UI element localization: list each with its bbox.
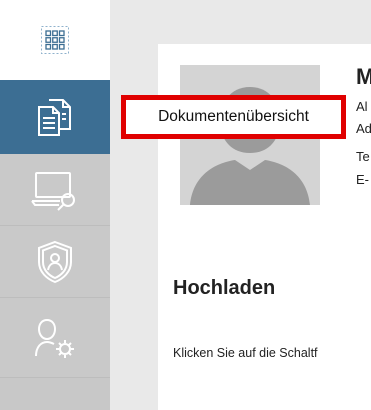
sidebar-item-user-settings[interactable] — [0, 298, 110, 378]
profile-line: Ad — [356, 121, 371, 136]
sidebar-item-security[interactable] — [0, 226, 110, 298]
user-gear-icon — [35, 318, 74, 358]
laptop-wrench-icon — [31, 171, 75, 211]
sidebar — [0, 0, 110, 410]
sidebar-item-apps[interactable] — [0, 0, 110, 80]
profile-name: M — [356, 64, 371, 89]
documents-icon — [38, 99, 71, 136]
profile-line: E- — [356, 172, 369, 187]
grid-icon — [41, 26, 69, 54]
sidebar-item-documents[interactable] — [0, 80, 110, 154]
profile-line: Al — [356, 99, 368, 114]
sidebar-item-it-service[interactable] — [0, 154, 110, 226]
upload-instructions: Klicken Sie auf die Schaltf — [173, 346, 318, 360]
tooltip-label: Dokumentenübersicht — [158, 108, 309, 125]
sidebar-tooltip: Dokumentenübersicht — [121, 95, 346, 139]
profile-line: Te — [356, 149, 370, 164]
shield-user-icon — [38, 240, 72, 283]
upload-card — [158, 252, 371, 410]
upload-title: Hochladen — [173, 277, 276, 299]
